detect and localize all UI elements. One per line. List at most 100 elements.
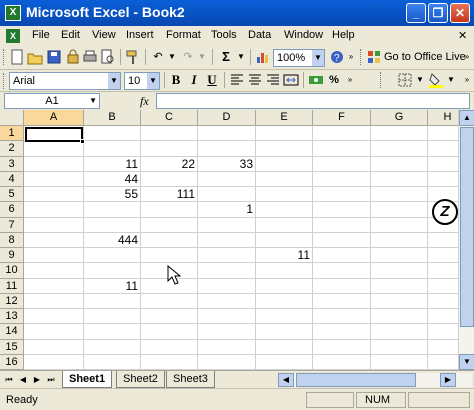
toolbar-grip[interactable] [3, 73, 6, 89]
sheet-tab-sheet1[interactable]: Sheet1 [62, 371, 113, 388]
undo-dropdown-icon[interactable]: ▼ [164, 49, 180, 65]
column-header-e[interactable]: E [256, 110, 313, 126]
open-icon[interactable] [27, 49, 43, 65]
underline-button[interactable]: U [204, 72, 220, 88]
horizontal-scrollbar[interactable]: ◀ ▶ [278, 373, 472, 387]
chevron-down-icon[interactable]: ▼ [108, 73, 120, 89]
formula-input[interactable] [156, 93, 470, 109]
vertical-scroll-thumb[interactable] [460, 127, 474, 327]
print-icon[interactable] [82, 49, 98, 65]
autosum-icon[interactable]: Σ [218, 49, 234, 65]
cell-b3[interactable]: 11 [84, 157, 141, 172]
next-sheet-icon[interactable]: ▶ [32, 374, 42, 386]
save-icon[interactable] [46, 49, 62, 65]
chevron-down-icon[interactable]: ▼ [89, 94, 97, 108]
row-header-11[interactable]: 11 [0, 278, 24, 294]
worksheet-grid[interactable]: ABCDEFGH 1 2 3 4 5 6 7 8 9 10 11 12 13 14 15 16 11 22 33 4… [0, 110, 458, 370]
row-header-6[interactable]: 6 [0, 202, 24, 218]
borders-dropdown-icon[interactable]: ▼ [412, 72, 428, 88]
chart-wizard-icon[interactable] [255, 49, 271, 65]
sheet-tab-sheet2[interactable]: Sheet2 [116, 371, 165, 388]
column-header-f[interactable]: F [313, 110, 371, 126]
format-painter-icon[interactable] [125, 49, 141, 65]
column-header-d[interactable]: D [198, 110, 256, 126]
title-bar[interactable]: X Microsoft Excel - Book2 _ ❐ ✕ [0, 0, 474, 26]
cell-b8[interactable]: 444 [84, 233, 141, 248]
select-all-button[interactable] [0, 110, 24, 126]
scroll-up-icon[interactable]: ▲ [459, 110, 474, 126]
toolbar-grip[interactable] [360, 49, 363, 65]
scroll-left-icon[interactable]: ◀ [278, 373, 294, 387]
excel-app-icon[interactable]: X [5, 5, 21, 21]
cell-b4[interactable]: 44 [84, 172, 141, 187]
first-sheet-icon[interactable]: ⏮ [4, 374, 14, 386]
row-header-15[interactable]: 15 [0, 339, 24, 355]
toolbar-options-icon[interactable]: » [345, 72, 355, 88]
fill-color-icon[interactable] [428, 72, 444, 88]
font-size-select[interactable]: 10 ▼ [124, 72, 160, 90]
merge-center-icon[interactable] [283, 72, 299, 88]
chevron-down-icon[interactable]: ▼ [312, 50, 324, 66]
column-header-a[interactable]: A [24, 110, 84, 126]
office-live-icon[interactable] [366, 49, 382, 65]
borders-icon[interactable] [397, 72, 413, 88]
menu-file[interactable]: File [32, 29, 50, 41]
close-document-icon[interactable]: ✕ [458, 29, 467, 42]
autosum-dropdown-icon[interactable]: ▼ [233, 49, 249, 65]
menu-edit[interactable]: Edit [61, 29, 80, 41]
scroll-down-icon[interactable]: ▼ [459, 354, 474, 370]
toolbar-options-icon[interactable]: » [346, 49, 356, 65]
horizontal-scroll-thumb[interactable] [296, 373, 416, 387]
minimize-button[interactable]: _ [406, 3, 426, 23]
row-header-5[interactable]: 5 [0, 187, 24, 203]
close-button[interactable]: ✕ [450, 3, 470, 23]
row-header-14[interactable]: 14 [0, 324, 24, 340]
bold-button[interactable]: B [168, 72, 184, 88]
active-cell-a1[interactable] [25, 127, 83, 142]
percent-icon[interactable]: % [326, 72, 342, 88]
toolbar-grip[interactable] [380, 72, 383, 88]
vertical-scrollbar[interactable]: ▲ ▼ [458, 110, 474, 370]
prev-sheet-icon[interactable]: ◀ [18, 374, 28, 386]
column-header-h[interactable]: H [428, 110, 458, 126]
redo-dropdown-icon[interactable]: ▼ [194, 49, 210, 65]
cell-b11[interactable]: 11 [84, 279, 141, 294]
cell-c5[interactable]: 111 [141, 187, 198, 202]
toolbar-options-icon[interactable]: » [462, 49, 472, 65]
toolbar-grip[interactable] [3, 49, 6, 65]
cell-b5[interactable]: 55 [84, 187, 141, 202]
row-header-13[interactable]: 13 [0, 309, 24, 325]
currency-icon[interactable] [308, 72, 324, 88]
accessibility-cursor-icon[interactable]: Z [432, 199, 458, 225]
menu-window[interactable]: Window [284, 29, 323, 41]
cell-d6[interactable]: 1 [198, 202, 256, 217]
name-box[interactable]: A1 ▼ [4, 93, 100, 109]
fill-color-dropdown-icon[interactable]: ▼ [443, 72, 459, 88]
toolbar-options-icon[interactable]: » [462, 72, 472, 88]
help-icon[interactable]: ? [329, 49, 345, 65]
row-header-9[interactable]: 9 [0, 248, 24, 264]
row-header-8[interactable]: 8 [0, 232, 24, 248]
align-center-icon[interactable] [247, 72, 263, 88]
cell-c3[interactable]: 22 [141, 157, 198, 172]
align-left-icon[interactable] [229, 72, 245, 88]
scroll-right-icon[interactable]: ▶ [440, 373, 456, 387]
column-header-b[interactable]: B [84, 110, 141, 126]
row-header-3[interactable]: 3 [0, 156, 24, 172]
cell-e9[interactable]: 11 [256, 248, 313, 263]
last-sheet-icon[interactable]: ⏭ [46, 374, 56, 386]
go-to-office-live-button[interactable]: Go to Office Live [384, 51, 466, 63]
font-select[interactable]: Arial ▼ [9, 72, 121, 90]
row-header-7[interactable]: 7 [0, 217, 24, 233]
print-preview-icon[interactable] [100, 49, 116, 65]
column-header-g[interactable]: G [371, 110, 428, 126]
insert-function-icon[interactable]: fx [140, 94, 149, 109]
menu-tools[interactable]: Tools [211, 29, 237, 41]
align-right-icon[interactable] [265, 72, 281, 88]
permission-icon[interactable] [65, 49, 81, 65]
menu-data[interactable]: Data [248, 29, 271, 41]
row-header-2[interactable]: 2 [0, 141, 24, 157]
column-header-c[interactable]: C [141, 110, 198, 126]
row-header-1[interactable]: 1 [0, 126, 24, 142]
fill-handle[interactable] [80, 139, 85, 144]
